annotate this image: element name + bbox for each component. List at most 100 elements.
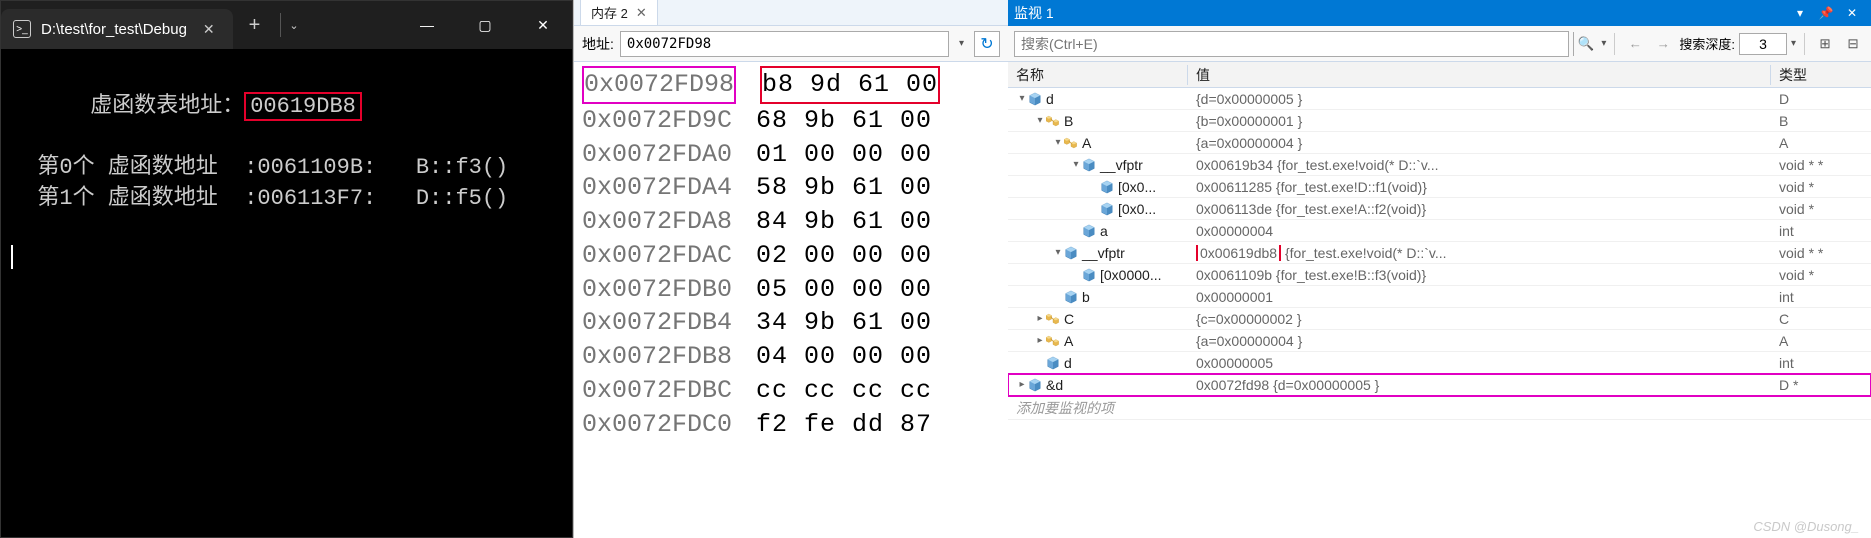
cube-icon <box>1064 246 1078 260</box>
watch-value: 0x00611285 {for_test.exe!D::f1(void)} <box>1188 179 1771 195</box>
watch-dropdown-button[interactable]: ▾ <box>1787 1 1813 25</box>
watch-name: &d <box>1046 377 1063 393</box>
watch-name: C <box>1064 311 1074 327</box>
watch-row[interactable]: [0x0...0x006113de {for_test.exe!A::f2(vo… <box>1008 198 1871 220</box>
expand-toggle[interactable]: ▸ <box>1016 379 1028 390</box>
memory-row[interactable]: 0x0072FDA4 58 9b 61 00 <box>582 171 1000 205</box>
memory-bytes: 84 9b 61 00 <box>756 205 932 239</box>
watch-type: A <box>1771 333 1871 349</box>
memory-addr-cell: 0x0072FDA4 <box>582 171 732 205</box>
watch-name: [0x0000... <box>1100 267 1162 283</box>
watch-titlebar: 监视 1 ▾ 📌 ✕ <box>1008 0 1871 26</box>
watch-search-input[interactable] <box>1014 31 1569 57</box>
watch-name: A <box>1064 333 1073 349</box>
memory-row[interactable]: 0x0072FD9C68 9b 61 00 <box>582 104 1000 138</box>
memory-addr-cell: 0x0072FDB4 <box>582 306 732 340</box>
col-type[interactable]: 类型 <box>1771 65 1871 85</box>
console-line-1: 第0个 虚函数地址 :0061109B: B::f3() <box>11 153 562 184</box>
watch-value: 0x0072fd98 {d=0x00000005 } <box>1188 377 1771 393</box>
watch-body: ▾d{d=0x00000005 }D▾B{b=0x00000001 }B▾A{a… <box>1008 88 1871 538</box>
cube-icon <box>1100 202 1114 216</box>
watch-name: [0x0... <box>1118 179 1156 195</box>
watch-row[interactable]: ▾B{b=0x00000001 }B <box>1008 110 1871 132</box>
toolbar-btn-1[interactable]: ⊞ <box>1813 32 1837 56</box>
watch-row[interactable]: ▾__vfptr0x00619b34 {for_test.exe!void(* … <box>1008 154 1871 176</box>
memory-row[interactable]: 0x0072FDA001 00 00 00 <box>582 138 1000 172</box>
cube-icon <box>1082 158 1096 172</box>
memory-refresh-button[interactable]: ↻ <box>974 31 1000 57</box>
console-tab[interactable]: >_ D:\test\for_test\Debug ✕ <box>1 9 233 49</box>
search-prev-button[interactable]: ← <box>1623 32 1647 56</box>
class-icon <box>1046 114 1060 128</box>
memory-tab[interactable]: 内存 2 ✕ <box>580 0 658 25</box>
memory-bytes: 34 9b 61 00 <box>756 306 932 340</box>
minimize-button[interactable]: — <box>398 1 456 49</box>
memory-row[interactable]: 0x0072FDB005 00 00 00 <box>582 273 1000 307</box>
watch-name: b <box>1082 289 1090 305</box>
memory-row[interactable]: 0x0072FDBCcc cc cc cc <box>582 374 1000 408</box>
tab-close-button[interactable]: ✕ <box>197 19 221 40</box>
watch-pin-button[interactable]: 📌 <box>1813 1 1839 25</box>
memory-addr-cell: 0x0072FD9C <box>582 104 732 138</box>
watch-title: 监视 1 <box>1014 3 1054 23</box>
col-value[interactable]: 值 <box>1188 65 1771 85</box>
memory-bytes: 58 9b 61 00 <box>756 171 932 205</box>
memory-row[interactable]: 0x0072FDB4 34 9b 61 00 <box>582 306 1000 340</box>
watch-value: 0x00000004 <box>1188 223 1771 239</box>
memory-addr-input[interactable] <box>620 31 949 57</box>
watch-type: void * <box>1771 179 1871 195</box>
watch-row[interactable]: ▸&d0x0072fd98 {d=0x00000005 }D * <box>1008 374 1871 396</box>
expand-toggle[interactable]: ▾ <box>1070 159 1082 170</box>
watch-row[interactable]: ▾__vfptr0x00619db8 {for_test.exe!void(* … <box>1008 242 1871 264</box>
watch-value: 0x00000005 <box>1188 355 1771 371</box>
watch-value: {c=0x00000002 } <box>1188 311 1771 327</box>
toolbar-btn-2[interactable]: ⊟ <box>1841 32 1865 56</box>
watermark: CSDN @Dusong_ <box>1753 519 1859 534</box>
memory-row[interactable]: 0x0072FDC0f2 fe dd 87 <box>582 408 1000 442</box>
depth-drop-icon[interactable]: ▾ <box>1791 38 1796 49</box>
watch-row[interactable]: ▾A{a=0x00000004 }A <box>1008 132 1871 154</box>
watch-close-button[interactable]: ✕ <box>1839 1 1865 25</box>
watch-row[interactable]: [0x0... 0x00611285 {for_test.exe!D::f1(vo… <box>1008 176 1871 198</box>
watch-row[interactable]: ▸C{c=0x00000002 }C <box>1008 308 1871 330</box>
search-next-button[interactable]: → <box>1651 32 1675 56</box>
watch-row[interactable]: [0x0000...0x0061109b {for_test.exe!B::f3… <box>1008 264 1871 286</box>
watch-searchbar: 🔍 ▾ ← → 搜索深度: ▾ ⊞ ⊟ <box>1008 26 1871 62</box>
memory-row[interactable]: 0x0072FD98b8 9d 61 00 <box>582 66 1000 104</box>
class-icon <box>1064 136 1078 150</box>
expand-toggle[interactable]: ▾ <box>1016 93 1028 104</box>
memory-row[interactable]: 0x0072FDB804 00 00 00 <box>582 340 1000 374</box>
memory-addr-dropdown[interactable]: ▾ <box>955 34 968 53</box>
watch-name: A <box>1082 135 1091 151</box>
watch-value: 0x006113de {for_test.exe!A::f2(void)} <box>1188 201 1771 217</box>
depth-select[interactable] <box>1739 33 1787 55</box>
watch-row[interactable]: ▾d{d=0x00000005 }D <box>1008 88 1871 110</box>
watch-name: __vfptr <box>1100 157 1143 173</box>
add-watch-item[interactable]: 添加要监视的项 <box>1008 396 1871 420</box>
watch-row[interactable]: ▸A{a=0x00000004 }A <box>1008 330 1871 352</box>
cube-icon <box>1082 268 1096 282</box>
memory-row[interactable]: 0x0072FDA884 9b 61 00 <box>582 205 1000 239</box>
watch-row[interactable]: b0x00000001int <box>1008 286 1871 308</box>
expand-toggle[interactable]: ▸ <box>1034 335 1046 346</box>
expand-toggle[interactable]: ▾ <box>1052 137 1064 148</box>
expand-toggle[interactable]: ▾ <box>1034 115 1046 126</box>
vftable-label: 虚函数表地址： <box>90 94 244 119</box>
memory-row[interactable]: 0x0072FDAC02 00 00 00 <box>582 239 1000 273</box>
watch-value: {a=0x00000004 } <box>1188 333 1771 349</box>
search-drop-icon[interactable]: ▾ <box>1601 38 1606 49</box>
memory-tab-close[interactable]: ✕ <box>636 5 647 21</box>
memory-bytes: b8 9d 61 00 <box>760 66 940 104</box>
search-icon[interactable]: 🔍 <box>1573 32 1597 56</box>
tab-dropdown-button[interactable]: ⌄ <box>289 19 298 32</box>
close-button[interactable]: ✕ <box>514 1 572 49</box>
watch-row[interactable]: d0x00000005int <box>1008 352 1871 374</box>
maximize-button[interactable]: ▢ <box>456 1 514 49</box>
expand-toggle[interactable]: ▸ <box>1034 313 1046 324</box>
expand-toggle[interactable]: ▾ <box>1052 247 1064 258</box>
memory-addr-cell: 0x0072FDB8 <box>582 340 732 374</box>
new-tab-button[interactable]: + <box>237 10 273 41</box>
col-name[interactable]: 名称 <box>1008 65 1188 85</box>
watch-row[interactable]: a0x00000004int <box>1008 220 1871 242</box>
memory-addr-cell: 0x0072FDC0 <box>582 408 732 442</box>
